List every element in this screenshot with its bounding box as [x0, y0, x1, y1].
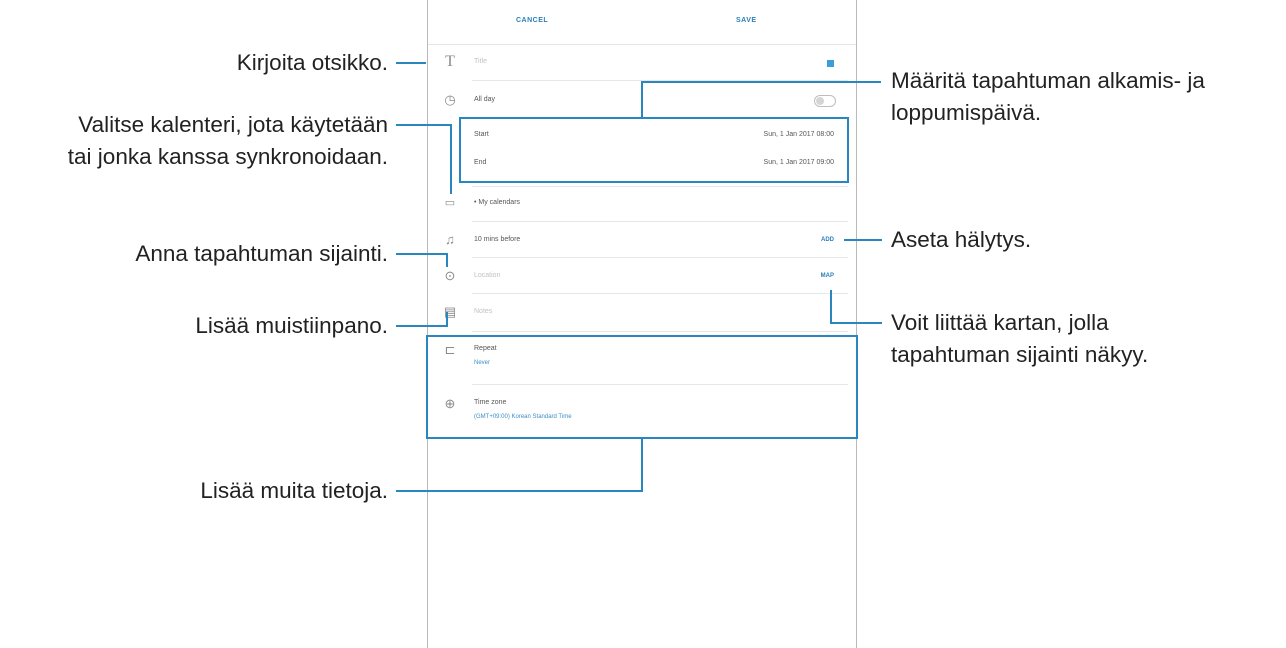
annotation-map-line2: tapahtuman sijainti näkyy. [891, 342, 1149, 367]
add-reminder-button[interactable]: ADD [821, 237, 834, 243]
callout-line [641, 439, 643, 492]
callout-line [396, 490, 643, 492]
callout-line [830, 322, 882, 324]
date-highlight-box [459, 117, 849, 183]
notes-row[interactable]: ▤ Notes [428, 302, 856, 322]
divider [472, 186, 848, 187]
annotation-dates-line2: loppumispäivä. [891, 100, 1042, 125]
annotation-dates-line1: Määritä tapahtuman alkamis- ja [891, 68, 1205, 93]
title-input[interactable]: Title [474, 58, 487, 65]
location-pin-icon: ⊙ [444, 268, 456, 283]
callout-line [450, 124, 452, 194]
annotation-title: Kirjoita otsikko. [236, 50, 388, 75]
annotation-calendar-line2: tai jonka kanssa synkronoidaan. [67, 144, 388, 169]
calendar-select[interactable]: • My calendars [474, 199, 520, 206]
location-row[interactable]: ⊙ Location MAP [428, 266, 856, 286]
text-icon: T [445, 53, 455, 70]
notes-input[interactable]: Notes [474, 308, 492, 315]
calendar-icon: ▭ [444, 197, 456, 209]
callout-line [396, 124, 452, 126]
all-day-label: All day [474, 96, 496, 103]
map-button[interactable]: MAP [821, 273, 834, 279]
callout-line [641, 81, 643, 118]
callout-line [641, 81, 881, 83]
annotation-alarm: Aseta hälytys. [891, 227, 1032, 252]
location-input[interactable]: Location [474, 272, 500, 279]
more-info-highlight-box [426, 335, 858, 439]
callout-line [844, 239, 882, 241]
annotation-notes: Lisää muistiinpano. [195, 313, 388, 338]
annotation-more: Lisää muita tietoja. [200, 478, 388, 503]
callout-line [446, 253, 448, 267]
annotation-location: Anna tapahtuman sijainti. [135, 241, 388, 266]
reminder-row[interactable]: ♫ 10 mins before ADD [428, 230, 856, 250]
top-bar: CANCEL SAVE [428, 0, 856, 45]
callout-line [396, 325, 448, 327]
annotation-map-line1: Voit liittää kartan, jolla [891, 310, 1109, 335]
reminder-value[interactable]: 10 mins before [474, 236, 520, 243]
divider [472, 293, 848, 294]
divider [472, 331, 848, 332]
annotation-calendar-line1: Valitse kalenteri, jota käytetään [78, 112, 388, 137]
save-button[interactable]: SAVE [736, 17, 757, 24]
callout-line [446, 312, 448, 327]
bell-icon: ♫ [445, 232, 455, 247]
cancel-button[interactable]: CANCEL [516, 17, 548, 24]
note-icon: ▤ [443, 304, 457, 319]
calendar-row[interactable]: ▭ • My calendars [428, 193, 856, 213]
divider [472, 221, 848, 222]
title-row[interactable]: T Title [428, 52, 856, 72]
clock-icon: ◷ [444, 92, 456, 107]
all-day-toggle[interactable] [814, 95, 836, 107]
callout-line [830, 290, 832, 324]
callout-line [396, 62, 426, 64]
divider [472, 257, 848, 258]
callout-line [396, 253, 448, 255]
color-picker-icon[interactable] [827, 60, 834, 67]
